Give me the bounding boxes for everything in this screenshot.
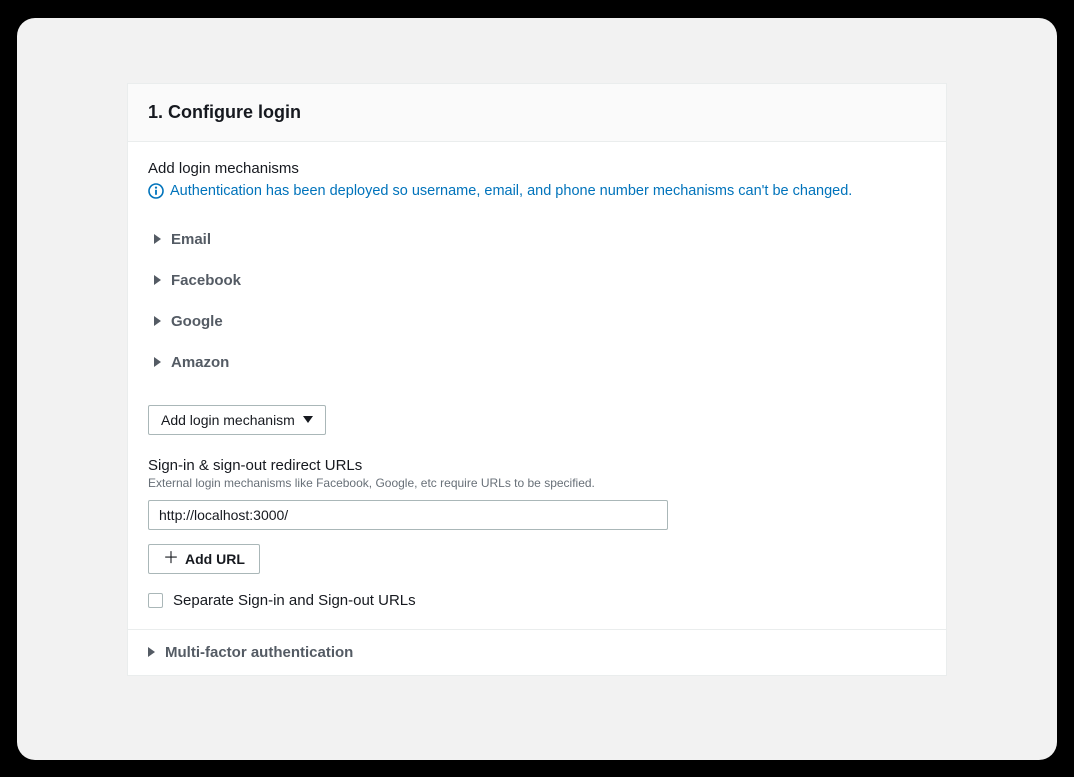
add-url-button[interactable]: ＋ Add URL (148, 544, 260, 574)
separate-urls-checkbox[interactable] (148, 593, 163, 608)
app-frame: 1. Configure login Add login mechanisms … (17, 18, 1057, 760)
info-icon (148, 183, 164, 199)
redirect-urls-label: Sign-in & sign-out redirect URLs (148, 457, 926, 474)
chevron-down-icon (303, 416, 313, 423)
mechanism-list: Email Facebook Google Amazon (148, 219, 926, 383)
mfa-expand-row[interactable]: Multi-factor authentication (148, 644, 926, 661)
dropdown-label: Add login mechanism (161, 412, 295, 428)
redirect-urls-helper: External login mechanisms like Facebook,… (148, 476, 926, 490)
add-url-label: Add URL (185, 551, 245, 567)
mechanism-item-email[interactable]: Email (154, 219, 926, 260)
separate-urls-checkbox-row[interactable]: Separate Sign-in and Sign-out URLs (148, 592, 926, 609)
mechanism-item-amazon[interactable]: Amazon (154, 342, 926, 383)
separate-urls-label: Separate Sign-in and Sign-out URLs (173, 592, 416, 609)
mechanism-label: Google (171, 313, 223, 330)
redirect-url-input[interactable] (148, 500, 668, 530)
info-text: Authentication has been deployed so user… (170, 183, 852, 199)
panel-body: Add login mechanisms Authentication has … (128, 142, 946, 630)
plus-icon: ＋ (163, 551, 179, 567)
panel-footer: Multi-factor authentication (128, 630, 946, 675)
deployment-info-message: Authentication has been deployed so user… (148, 183, 926, 199)
mechanism-label: Amazon (171, 354, 229, 371)
panel-title: 1. Configure login (148, 102, 926, 123)
login-mechanisms-subtitle: Add login mechanisms (148, 160, 926, 177)
mechanism-label: Facebook (171, 272, 241, 289)
mechanism-item-google[interactable]: Google (154, 301, 926, 342)
configure-login-panel: 1. Configure login Add login mechanisms … (127, 83, 947, 676)
expand-icon (154, 357, 161, 367)
expand-icon (154, 275, 161, 285)
expand-icon (154, 234, 161, 244)
panel-header: 1. Configure login (128, 84, 946, 142)
add-login-mechanism-dropdown[interactable]: Add login mechanism (148, 405, 326, 435)
mechanism-item-facebook[interactable]: Facebook (154, 260, 926, 301)
mfa-label: Multi-factor authentication (165, 644, 353, 661)
expand-icon (148, 647, 155, 657)
expand-icon (154, 316, 161, 326)
mechanism-label: Email (171, 231, 211, 248)
